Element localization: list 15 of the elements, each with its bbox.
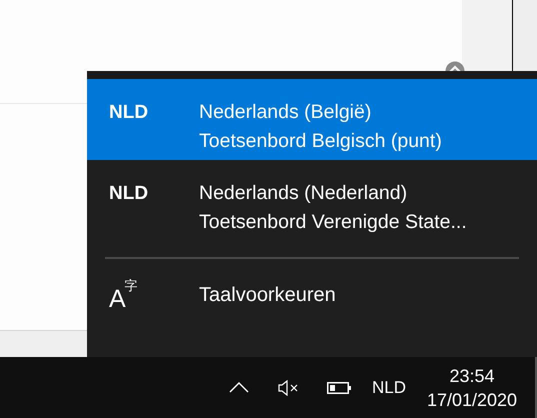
- clock-date[interactable]: 17/01/2020: [426, 388, 518, 412]
- language-name: Nederlands (Nederland): [199, 181, 408, 206]
- keyboard-layout: Toetsenbord Verenigde State...: [199, 210, 467, 235]
- battery-icon[interactable]: [327, 382, 351, 394]
- language-item[interactable]: NLD Nederlands (Nederland) Toetsenbord Verenigde State...: [87, 160, 537, 241]
- language-code: NLD: [109, 182, 150, 206]
- language-name: Nederlands (België): [199, 100, 372, 125]
- language-item[interactable]: NLD Nederlands (België) Toetsenbord Belgisch (punt): [87, 79, 537, 160]
- chevron-up-icon[interactable]: [229, 382, 249, 393]
- clock-time[interactable]: 23:54: [449, 364, 495, 388]
- language-preferences-link[interactable]: Taalvoorkeuren: [199, 284, 336, 306]
- language-code: NLD: [109, 101, 150, 125]
- speaker-muted-icon[interactable]: [278, 380, 300, 396]
- keyboard-layout: Toetsenbord Belgisch (punt): [199, 129, 442, 154]
- input-indicator[interactable]: NLD: [364, 378, 414, 398]
